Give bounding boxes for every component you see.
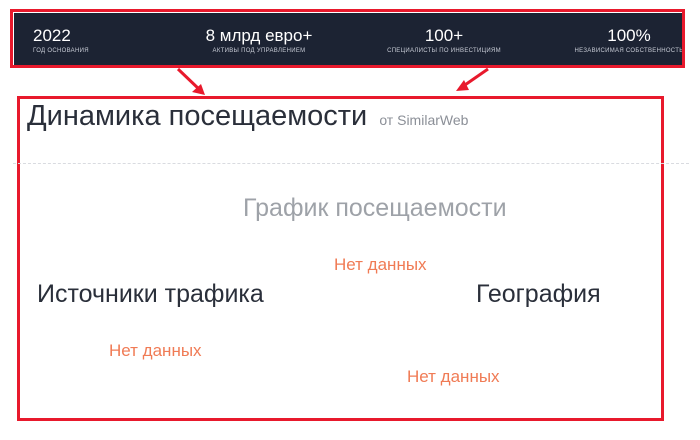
title-text: Динамика посещаемости: [27, 100, 368, 132]
chart-nodata: Нет данных: [334, 255, 427, 274]
annotation-arrow-right-icon: [456, 67, 489, 91]
geography-title: География: [476, 280, 601, 308]
annotation-arrow-left-icon: [176, 67, 205, 95]
page-title: Динамика посещаемости от SimilarWeb: [27, 100, 468, 133]
annotation-box-stats: [10, 9, 685, 68]
traffic-chart-title: График посещаемости: [243, 194, 507, 222]
traffic-sources-nodata: Нет данных: [109, 341, 202, 360]
traffic-sources-title: Источники трафика: [37, 280, 264, 308]
geography-nodata: Нет данных: [407, 367, 500, 386]
divider: [13, 163, 689, 164]
title-source: от SimilarWeb: [379, 112, 469, 128]
